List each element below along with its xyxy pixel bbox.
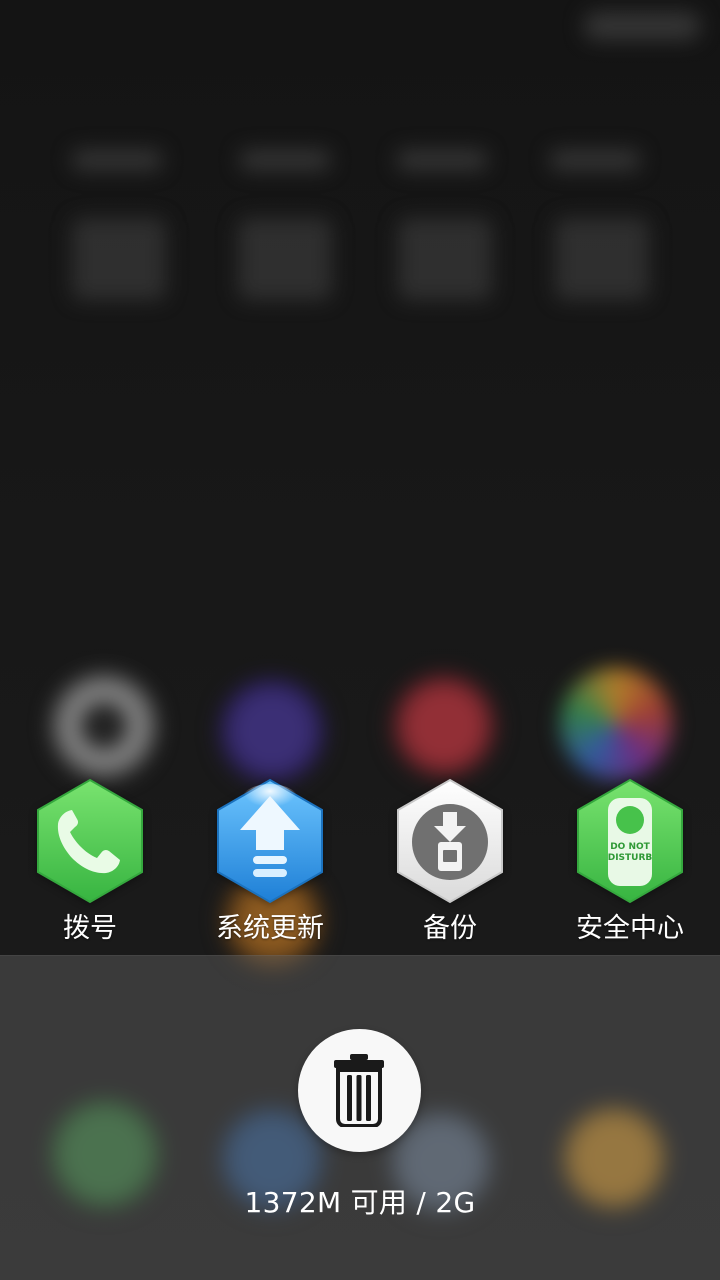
shortcut-label-security-center: 安全中心	[576, 913, 684, 944]
clock-digit-blur-4	[555, 218, 649, 300]
clock-label-blur-2	[240, 150, 330, 170]
memory-status-text: 1372M 可用 / 2G	[244, 1186, 476, 1219]
update-arrow-icon	[217, 778, 323, 904]
svg-text:DO NOT: DO NOT	[610, 842, 650, 852]
clock-digit-blur-1	[72, 218, 166, 300]
phone-icon	[37, 778, 143, 904]
app-icon-blur-color	[560, 668, 672, 780]
trash-icon	[334, 1054, 384, 1127]
shortcut-dialer[interactable]: 拨号	[22, 778, 158, 956]
clock-digit-blur-3	[398, 218, 492, 300]
svg-text:DISTURB: DISTURB	[608, 853, 653, 863]
app-icon-blur-purple	[216, 675, 328, 787]
shortcut-label-dialer: 拨号	[63, 913, 117, 944]
shortcut-security-center[interactable]: DO NOT DISTURB 安全中心	[562, 778, 698, 956]
clock-label-blur-3	[397, 150, 487, 170]
shortcut-system-update[interactable]: 系统更新	[202, 778, 338, 956]
clean-memory-button[interactable]	[298, 1029, 421, 1152]
app-icon-blur-red	[388, 670, 500, 782]
clock-digit-blur-2	[238, 218, 332, 300]
clock-label-blur-4	[550, 150, 640, 170]
backup-download-icon	[397, 778, 503, 904]
shortcut-backup[interactable]: 备份	[382, 778, 518, 956]
shortcut-label-backup: 备份	[423, 913, 477, 944]
camera-icon-blur	[48, 670, 160, 782]
clock-label-blur-1	[72, 150, 162, 170]
shortcut-label-system-update: 系统更新	[216, 913, 324, 944]
status-bar-blur	[584, 12, 700, 40]
do-not-disturb-icon: DO NOT DISTURB	[577, 778, 683, 904]
